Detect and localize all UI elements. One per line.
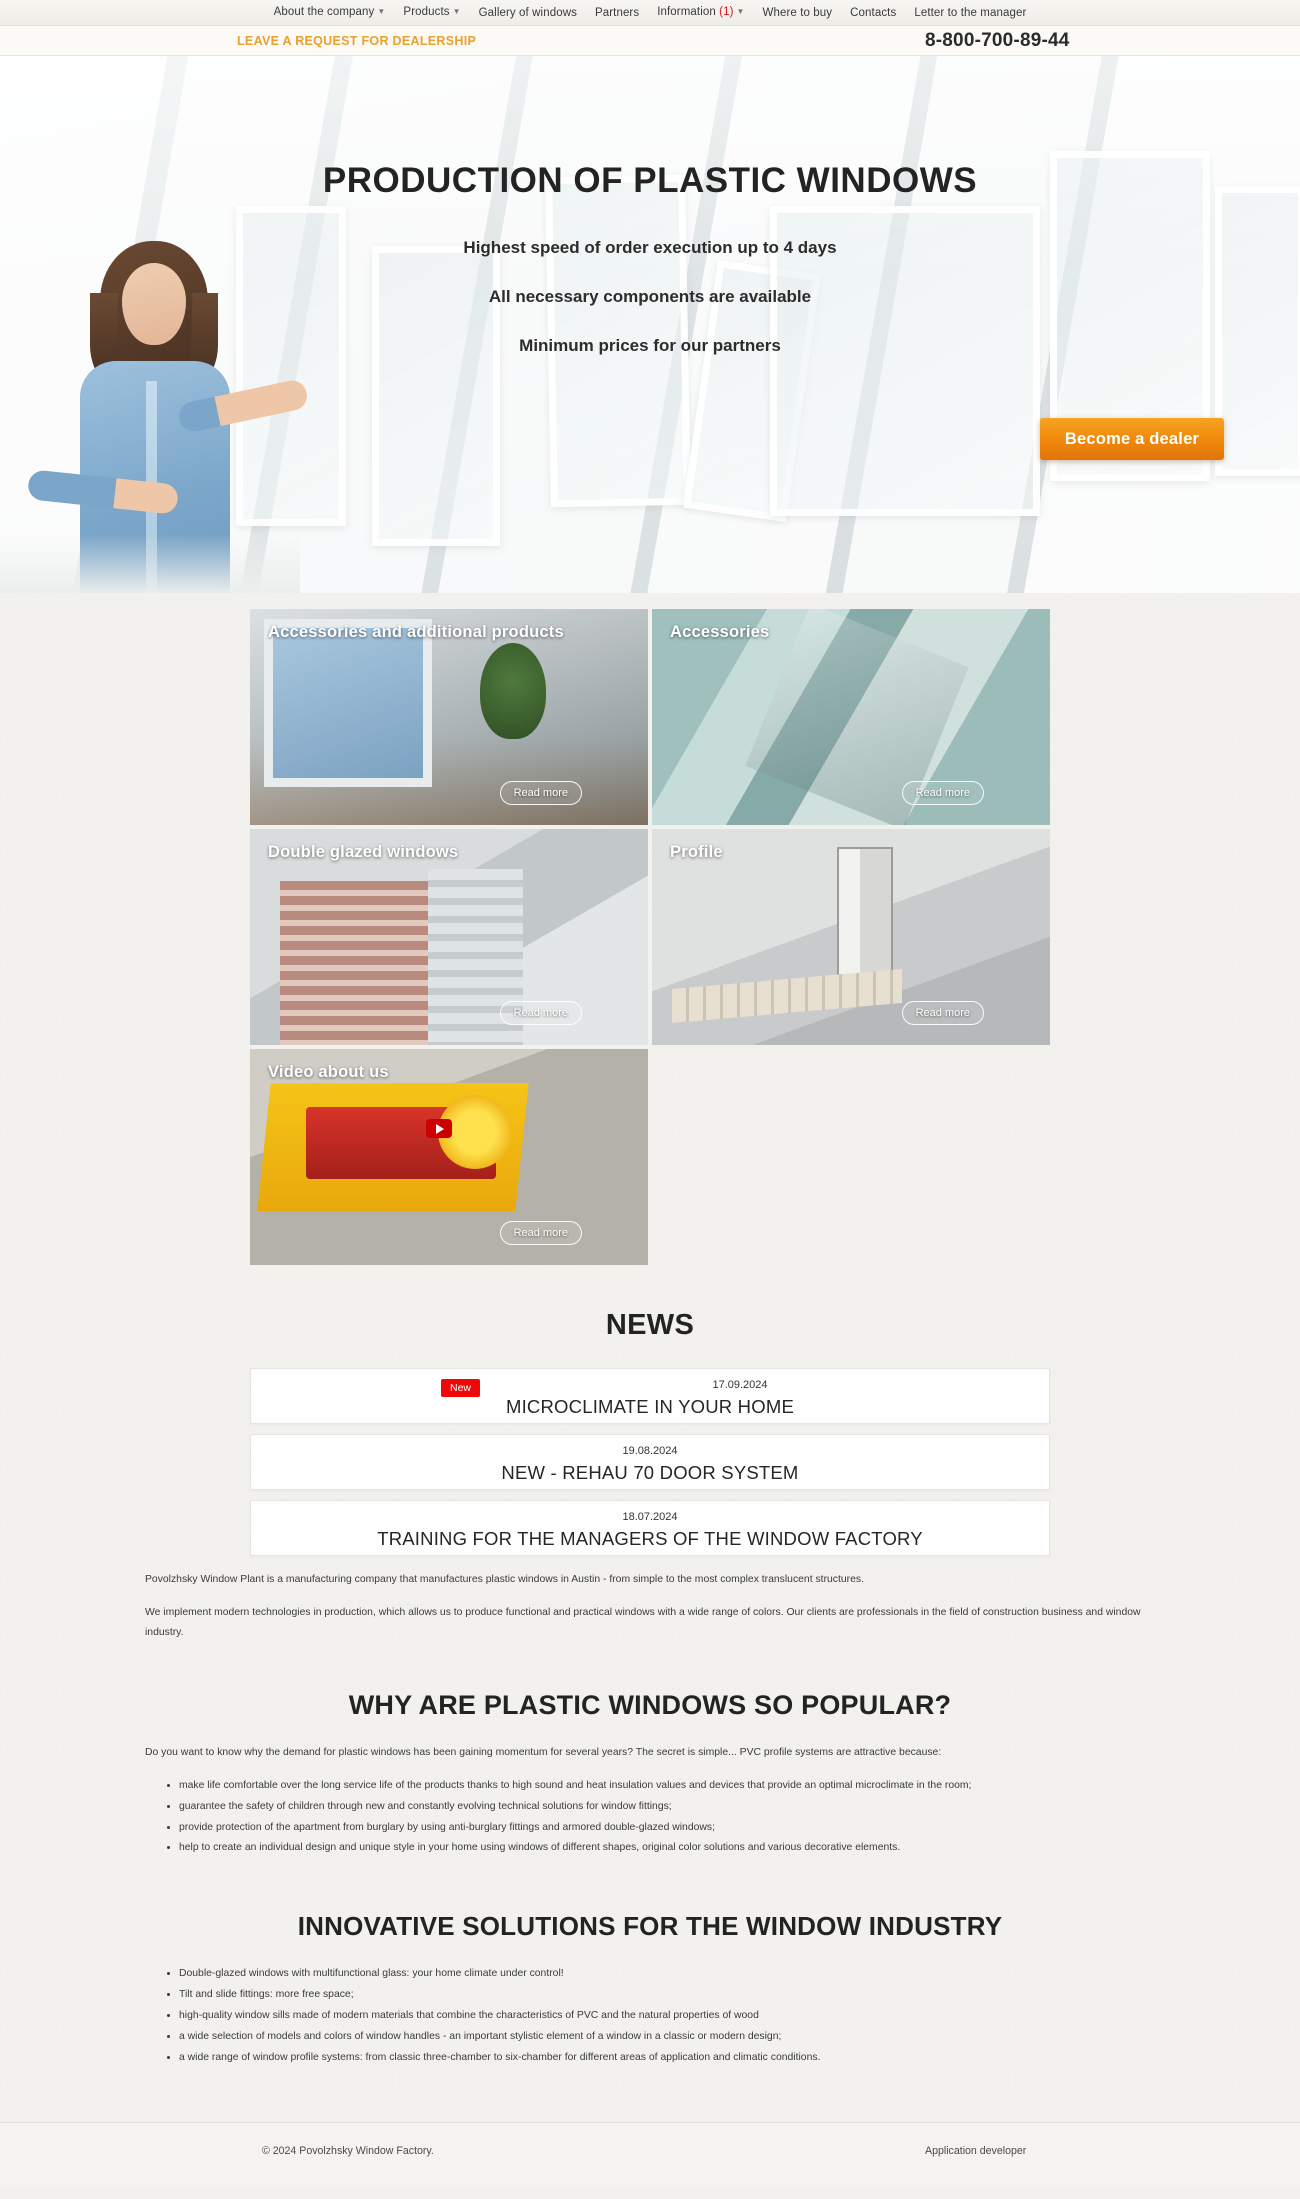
nav-item-contacts[interactable]: Contacts — [841, 0, 905, 26]
hero-text-block: PRODUCTION OF PLASTIC WINDOWS Highest sp… — [0, 56, 1300, 356]
about-paragraph-1: Povolzhsky Window Plant is a manufacturi… — [145, 1574, 864, 1585]
main-navigation: About the company ▼ Products ▼ Gallery of … — [0, 0, 1300, 26]
product-card-grid: Accessories and additional products Read… — [250, 609, 1050, 1265]
nav-label: Products — [403, 6, 450, 19]
news-headline: MICROCLIMATE IN YOUR HOME — [505, 1396, 794, 1417]
header-bar: LEAVE A REQUEST FOR DEALERSHIP 8-800-700… — [0, 26, 1300, 56]
hero-banner: PRODUCTION OF PLASTIC WINDOWS Highest sp… — [0, 56, 1300, 593]
news-date: 19.08.2024 — [622, 1445, 678, 1457]
list-item: help to create an individual design and … — [179, 1838, 1155, 1859]
list-item: Tilt and slide fittings: more free space… — [179, 1985, 1155, 2006]
nav-label: Information — [657, 6, 716, 19]
popular-bullet-list: make life comfortable over the long serv… — [179, 1776, 1155, 1859]
read-more-button[interactable]: Read more — [901, 781, 984, 805]
nav-item-gallery-of-windows[interactable]: Gallery of windows — [470, 0, 586, 26]
application-developer-link[interactable]: Application developer — [925, 2145, 1026, 2157]
innovative-section-heading: INNOVATIVE SOLUTIONS FOR THE WINDOW INDU… — [297, 1911, 1003, 1942]
card-title: Profile — [670, 843, 723, 861]
list-item: make life comfortable over the long serv… — [179, 1776, 1155, 1797]
news-item[interactable]: New 17.09.2024 MICROCLIMATE IN YOUR HOME — [250, 1368, 1050, 1424]
nav-item-partners[interactable]: Partners — [586, 0, 648, 26]
nav-item-information[interactable]: Information (1) ▼ — [648, 0, 753, 26]
nav-label: Gallery of windows — [478, 6, 577, 19]
popular-section-heading: WHY ARE PLASTIC WINDOWS SO POPULAR? — [348, 1689, 952, 1720]
list-item: high-quality window sills made of modern… — [179, 2006, 1155, 2027]
news-date: 17.09.2024 — [712, 1379, 768, 1391]
list-item: Double-glazed windows with multifunction… — [179, 1964, 1155, 1985]
chevron-down-icon: ▼ — [736, 7, 745, 17]
list-item: a wide range of window profile systems: … — [179, 2048, 1155, 2069]
card-video-about-us[interactable]: Video about us Read more — [250, 1049, 648, 1265]
chevron-down-icon: ▼ — [377, 7, 386, 17]
about-paragraph-2: We implement modern technologies in prod… — [145, 1607, 1141, 1638]
page-footer: © 2024 Povolzhsky Window Factory. Applic… — [0, 2122, 1300, 2187]
hero-subtitle-2: All necessary components are available — [488, 287, 812, 306]
nav-label: Contacts — [850, 6, 897, 19]
nav-item-products[interactable]: Products ▼ — [394, 0, 469, 26]
dealership-request-link[interactable]: LEAVE A REQUEST FOR DEALERSHIP — [237, 34, 476, 48]
card-title: Double glazed windows — [268, 843, 459, 861]
nav-label: Where to buy — [762, 6, 833, 19]
card-accessories[interactable]: Accessories Read more — [652, 609, 1050, 825]
nav-item-about-the-company[interactable]: About the company ▼ — [265, 0, 395, 26]
copyright-text: © 2024 Povolzhsky Window Factory. — [262, 2145, 434, 2158]
play-icon — [426, 1119, 452, 1138]
news-list: New 17.09.2024 MICROCLIMATE IN YOUR HOME… — [250, 1368, 1050, 1556]
card-profile[interactable]: Profile Read more — [652, 829, 1050, 1045]
read-more-button[interactable]: Read more — [499, 1221, 582, 1245]
card-title: Accessories and additional products — [268, 623, 564, 641]
nav-label: Partners — [594, 6, 640, 19]
nav-item-letter-to-the-manager[interactable]: Letter to the manager — [905, 0, 1035, 26]
list-item: provide protection of the apartment from… — [179, 1818, 1155, 1839]
news-item[interactable]: 19.08.2024 NEW - REHAU 70 DOOR SYSTEM — [250, 1434, 1050, 1490]
chevron-down-icon: ▼ — [452, 7, 461, 17]
news-section-title: NEWS — [605, 1309, 695, 1341]
card-title: Video about us — [268, 1063, 389, 1081]
list-item: guarantee the safety of children through… — [179, 1797, 1155, 1818]
model-fade — [0, 534, 300, 593]
read-more-button[interactable]: Read more — [901, 1001, 984, 1025]
hero-title: PRODUCTION OF PLASTIC WINDOWS — [322, 161, 978, 200]
news-date: 18.07.2024 — [622, 1511, 678, 1523]
news-headline: NEW - REHAU 70 DOOR SYSTEM — [501, 1462, 799, 1483]
innovative-bullet-list: Double-glazed windows with multifunction… — [179, 1964, 1155, 2068]
read-more-button[interactable]: Read more — [499, 1001, 582, 1025]
nav-label: About the company — [273, 6, 375, 19]
nav-item-where-to-buy[interactable]: Where to buy — [754, 0, 842, 26]
become-a-dealer-button[interactable]: Become a dealer — [1040, 418, 1224, 460]
list-item: a wide selection of models and colors of… — [179, 2027, 1155, 2048]
hero-subtitle-1: Highest speed of order execution up to 4… — [463, 238, 837, 257]
card-double-glazed-windows[interactable]: Double glazed windows Read more — [250, 829, 648, 1045]
main-content: Povolzhsky Window Plant is a manufacturi… — [75, 1570, 1225, 2068]
news-headline: TRAINING FOR THE MANAGERS OF THE WINDOW … — [377, 1528, 923, 1549]
card-accessories-and-additional-products[interactable]: Accessories and additional products Read… — [250, 609, 648, 825]
nav-label: Letter to the manager — [914, 6, 1027, 19]
phone-number[interactable]: 8-800-700-89-44 — [925, 30, 1070, 52]
popular-intro: Do you want to know why the demand for p… — [145, 1746, 942, 1758]
nav-information-count: (1) — [719, 6, 734, 19]
read-more-button[interactable]: Read more — [499, 781, 582, 805]
card-title: Accessories — [670, 623, 770, 641]
news-item[interactable]: 18.07.2024 TRAINING FOR THE MANAGERS OF … — [250, 1500, 1050, 1556]
hero-subtitle-3: Minimum prices for our partners — [519, 336, 781, 355]
